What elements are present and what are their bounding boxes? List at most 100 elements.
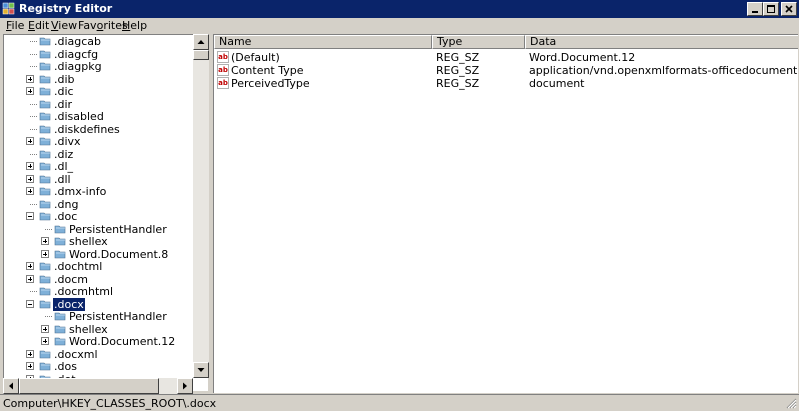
expand-icon[interactable] (26, 74, 34, 83)
tree-node-label: .dll (54, 172, 71, 186)
close-icon (785, 5, 793, 13)
folder-icon (39, 100, 51, 108)
column-header-data[interactable]: Data (525, 35, 798, 49)
expand-icon[interactable] (41, 249, 49, 258)
tree-connector (45, 228, 52, 231)
value-name: Content Type (231, 64, 304, 77)
folder-icon (39, 87, 51, 96)
status-bar: Computer\HKEY_CLASSES_ROOT\.docx (0, 394, 799, 411)
value-row[interactable]: ab PerceivedType REG_SZ document (214, 77, 798, 90)
expand-icon[interactable] (26, 187, 34, 195)
window-title: Registry Editor (19, 2, 113, 15)
value-name: PerceivedType (231, 77, 310, 90)
arrow-left-icon (9, 382, 13, 390)
column-header-type[interactable]: Type (432, 35, 525, 49)
minimize-button[interactable] (747, 2, 763, 16)
scroll-right-button[interactable] (177, 378, 193, 394)
tree-node-label: .diz (54, 147, 74, 161)
maximize-icon (767, 5, 775, 13)
folder-icon (39, 50, 51, 58)
tree-node-label: .diagcfg (54, 47, 99, 61)
tree-node-label: .dl_ (54, 160, 74, 173)
tree-node-label: .docm (54, 272, 88, 286)
close-button[interactable] (781, 2, 797, 16)
collapse-icon[interactable] (26, 212, 34, 220)
tree-connector (30, 128, 37, 131)
tree-node-label: .docxml (54, 347, 98, 361)
collapse-icon[interactable] (26, 299, 34, 308)
maximize-button[interactable] (763, 2, 779, 16)
tree-vertical-scrollbar[interactable] (193, 34, 209, 378)
tree-node-label: PersistentHandler (69, 310, 167, 323)
menu-file[interactable]: File (6, 19, 24, 33)
tree-node-label: .divx (54, 135, 81, 148)
tree-node-label: .diskdefines (54, 122, 120, 136)
tree-connector (30, 53, 37, 56)
scroll-left-button[interactable] (3, 378, 19, 394)
folder-icon (39, 362, 51, 371)
minimize-icon (752, 11, 758, 13)
tree-node-label: .dmx-info (54, 185, 107, 198)
tree-node-label: .dos (54, 360, 77, 373)
folder-icon (39, 262, 51, 271)
folder-icon (39, 150, 51, 158)
title-bar: Registry Editor (0, 0, 799, 18)
menu-help[interactable]: Help (122, 19, 147, 33)
expand-icon[interactable] (26, 162, 34, 170)
expand-icon[interactable] (26, 137, 34, 145)
scroll-thumb[interactable] (193, 50, 209, 60)
menu-view[interactable]: View (51, 19, 77, 33)
tree-horizontal-scrollbar[interactable] (3, 378, 193, 394)
folder-icon (54, 325, 66, 333)
menu-favorites[interactable]: Favorites (78, 19, 128, 33)
expand-icon[interactable] (26, 174, 34, 183)
folder-icon (39, 162, 51, 171)
hscroll-thumb[interactable] (19, 378, 159, 394)
value-data: document (529, 77, 585, 90)
expand-icon[interactable] (26, 87, 34, 95)
tree-node-label: .doc (54, 210, 78, 223)
folder-icon (39, 300, 51, 308)
expand-icon[interactable] (41, 337, 49, 345)
expand-icon[interactable] (41, 237, 49, 245)
folder-icon (39, 37, 51, 46)
expand-icon[interactable] (26, 262, 34, 270)
tree-node-label: shellex (69, 322, 108, 336)
scroll-down-button[interactable] (193, 362, 209, 378)
menu-edit[interactable]: Edit (28, 19, 49, 33)
expand-icon[interactable] (26, 274, 34, 283)
value-data: application/vnd.openxmlformats-officedoc… (529, 64, 797, 77)
tree-node-label: .dir (54, 97, 73, 111)
folder-icon (39, 350, 51, 358)
tree-node-label: shellex (69, 235, 108, 248)
arrow-up-icon (197, 40, 205, 44)
folder-icon (54, 250, 66, 258)
value-name: (Default) (231, 51, 280, 64)
folder-icon (39, 212, 51, 221)
tree-connector (45, 316, 52, 318)
value-type: REG_SZ (436, 51, 480, 64)
resize-grip-icon[interactable] (786, 398, 797, 409)
tree-connector (30, 203, 37, 206)
folder-icon (54, 225, 66, 233)
folder-icon (39, 125, 51, 133)
folder-icon (39, 175, 51, 183)
values-list[interactable]: Name Type Data ab (Default) REG_SZ Word.Doc… (213, 34, 798, 393)
folder-icon (39, 187, 51, 196)
tree-node-label: Word.Document.12 (69, 335, 176, 348)
column-header-name[interactable]: Name (214, 35, 432, 49)
tree-node-label: .docx (52, 296, 86, 312)
tree-connector (30, 41, 37, 43)
tree-node-label: .dic (54, 85, 74, 98)
folder-icon (39, 75, 51, 83)
expand-icon[interactable] (26, 362, 34, 370)
registry-key-tree[interactable]: .diagcab .diagcfg .diagpkg .dib .dic .dir .dis… (3, 34, 208, 391)
tree-node-label: Word.Document.8 (69, 247, 169, 261)
value-row[interactable]: ab Content Type REG_SZ application/vnd.open… (214, 64, 798, 77)
tree-node-label: .diagpkg (54, 60, 102, 73)
expand-icon[interactable] (41, 324, 49, 333)
scroll-up-button[interactable] (193, 34, 209, 50)
string-value-icon: ab (217, 51, 229, 63)
value-row[interactable]: ab (Default) REG_SZ Word.Document.12 (214, 51, 798, 64)
expand-icon[interactable] (26, 349, 34, 358)
